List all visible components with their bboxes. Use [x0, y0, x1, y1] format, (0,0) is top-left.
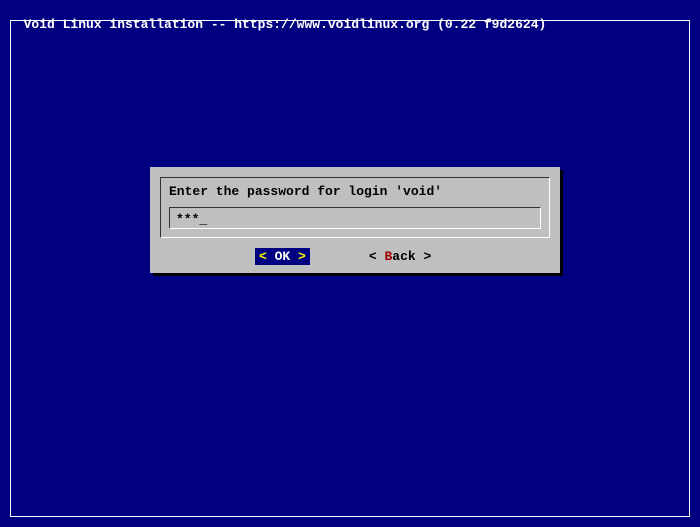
password-input[interactable]: ***_ — [169, 207, 541, 229]
password-dialog: Enter the password for login 'void' ***_… — [150, 167, 560, 273]
prompt-label: Enter the password for login 'void' — [169, 184, 541, 199]
ok-left-bracket: < — [259, 249, 267, 264]
ok-button[interactable]: < OK > — [255, 248, 310, 265]
button-row: < OK > < Back > — [150, 238, 560, 273]
back-left-bracket: < — [369, 249, 385, 264]
back-rest: ack — [392, 249, 423, 264]
ok-label: OK — [267, 249, 298, 264]
back-button[interactable]: < Back > — [365, 248, 435, 265]
dialog-body: Enter the password for login 'void' ***_ — [150, 167, 560, 238]
back-right-bracket: > — [423, 249, 431, 264]
password-value: *** — [176, 212, 199, 227]
ok-right-bracket: > — [298, 249, 306, 264]
back-hotkey: B — [384, 249, 392, 264]
cursor-icon: _ — [199, 212, 207, 227]
prompt-area: Enter the password for login 'void' ***_ — [160, 177, 550, 238]
